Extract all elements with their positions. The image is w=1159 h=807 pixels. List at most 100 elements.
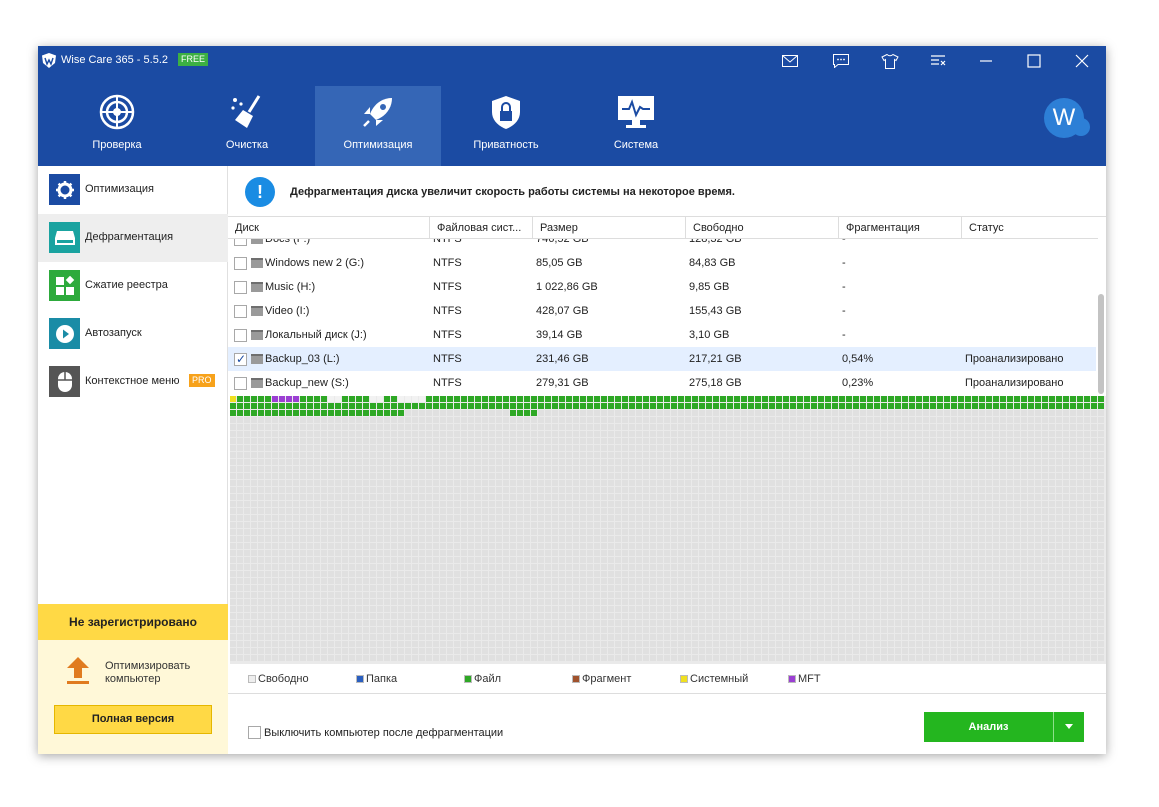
legend-swatch bbox=[680, 675, 688, 683]
drive-icon bbox=[251, 306, 263, 316]
tab-optimization[interactable]: Оптимизация bbox=[315, 86, 441, 166]
tab-cleanup[interactable]: Очистка bbox=[184, 86, 310, 166]
info-exclamation-icon: ! bbox=[245, 177, 275, 207]
radar-icon bbox=[54, 92, 180, 132]
row-checkbox[interactable] bbox=[234, 305, 247, 318]
minimize-icon[interactable] bbox=[976, 52, 996, 70]
table-row[interactable]: Backup_new (S:) NTFS 279,31 GB 275,18 GB 0,2… bbox=[228, 371, 1096, 395]
sidebar-item-context-menu[interactable]: Контекстное меню PRO bbox=[38, 358, 228, 406]
column-header-disk[interactable]: Диск bbox=[228, 217, 430, 239]
sidebar-item-label: Автозапуск bbox=[85, 327, 142, 339]
close-icon[interactable] bbox=[1072, 52, 1092, 70]
sidebar-item-autorun[interactable]: Автозапуск bbox=[38, 310, 228, 358]
cell-name: Docs (F:) bbox=[265, 239, 311, 245]
mouse-icon bbox=[49, 366, 80, 397]
optimize-text: Оптимизировать компьютер bbox=[105, 660, 191, 685]
legend-label: Свободно bbox=[258, 673, 309, 685]
chevron-down-icon bbox=[1065, 724, 1073, 729]
disk-drive-icon bbox=[49, 222, 80, 253]
analyze-button[interactable]: Анализ bbox=[924, 712, 1053, 742]
shutdown-after-defrag-checkbox[interactable] bbox=[248, 726, 261, 739]
row-checkbox[interactable] bbox=[234, 329, 247, 342]
cell-fs: NTFS bbox=[433, 281, 462, 293]
disk-cluster-map bbox=[230, 396, 1106, 664]
cell-size: 1 022,86 GB bbox=[536, 281, 598, 293]
table-row[interactable]: Music (H:) NTFS 1 022,86 GB 9,85 GB - bbox=[228, 275, 1096, 299]
cell-free: 84,83 GB bbox=[689, 257, 736, 269]
sidebar-item-defragmentation[interactable]: Дефрагментация bbox=[38, 214, 228, 262]
cell-size: 39,14 GB bbox=[536, 329, 583, 341]
sidebar-item-registry[interactable]: Сжатие реестра bbox=[38, 262, 228, 310]
table-header: Диск Файловая сист... Размер Свободно Фр… bbox=[228, 217, 1098, 239]
scrollbar-thumb[interactable] bbox=[1098, 294, 1104, 394]
legend-item: Системный bbox=[680, 673, 748, 685]
cell-size: 85,05 GB bbox=[536, 257, 583, 269]
cell-name: Локальный диск (J:) bbox=[265, 329, 367, 341]
sidebar-item-optimization[interactable]: Оптимизация bbox=[38, 166, 228, 214]
app-title: Wise Care 365 - 5.5.2 bbox=[61, 54, 168, 66]
cell-status: Проанализировано bbox=[965, 353, 1064, 365]
cell-free: 3,10 GB bbox=[689, 329, 730, 341]
legend-item: Фрагмент bbox=[572, 673, 631, 685]
menu-icon[interactable] bbox=[928, 52, 948, 70]
shutdown-label: Выключить компьютер после дефрагментации bbox=[264, 727, 504, 739]
registry-blocks-icon bbox=[49, 270, 80, 301]
play-icon bbox=[49, 318, 80, 349]
tab-check[interactable]: Проверка bbox=[54, 86, 180, 166]
cell-status: Проанализировано bbox=[965, 377, 1064, 389]
table-scrollbar[interactable] bbox=[1098, 239, 1104, 395]
full-version-button[interactable]: Полная версия bbox=[54, 705, 212, 734]
cell-free: 217,21 GB bbox=[689, 353, 742, 365]
column-header-status[interactable]: Статус bbox=[962, 217, 1098, 239]
tab-privacy[interactable]: Приватность bbox=[443, 86, 569, 166]
drive-icon bbox=[251, 239, 263, 244]
legend-swatch bbox=[248, 675, 256, 683]
row-checkbox[interactable] bbox=[234, 281, 247, 294]
cell-frag: 0,54% bbox=[842, 353, 874, 365]
avatar[interactable]: W bbox=[1044, 98, 1084, 138]
title-bar: Wise Care 365 - 5.5.2 FREE bbox=[38, 46, 1106, 76]
divider bbox=[228, 693, 1106, 694]
tab-system[interactable]: Система bbox=[573, 86, 699, 166]
row-checkbox[interactable] bbox=[234, 257, 247, 270]
row-checkbox[interactable] bbox=[234, 239, 247, 246]
legend-swatch bbox=[356, 675, 364, 683]
legend-label: Папка bbox=[366, 673, 398, 685]
row-checkbox[interactable] bbox=[234, 352, 247, 366]
cell-size: 428,07 GB bbox=[536, 305, 589, 317]
mail-icon[interactable] bbox=[780, 52, 800, 70]
tab-label: Приватность bbox=[473, 139, 539, 151]
column-header-fragmentation[interactable]: Фрагментация bbox=[839, 217, 962, 239]
cell-frag: - bbox=[842, 239, 846, 245]
analyze-dropdown-button[interactable] bbox=[1054, 712, 1084, 742]
legend-item: Свободно bbox=[248, 673, 309, 685]
column-header-free[interactable]: Свободно bbox=[686, 217, 839, 239]
cell-frag: 0,23% bbox=[842, 377, 874, 389]
info-text: Дефрагментация диска увеличит скорость р… bbox=[290, 186, 735, 198]
legend-label: Фрагмент bbox=[582, 673, 632, 685]
cell-free: 155,43 GB bbox=[689, 305, 742, 317]
cell-name: Windows new 2 (G:) bbox=[265, 257, 365, 269]
app-logo-icon bbox=[42, 53, 56, 68]
cell-free: 128,32 GB bbox=[689, 239, 742, 245]
table-row[interactable]: Локальный диск (J:) NTFS 39,14 GB 3,10 GB - bbox=[228, 323, 1096, 347]
feedback-icon[interactable] bbox=[831, 52, 851, 70]
analyze-button-group: Анализ bbox=[924, 712, 1084, 742]
skin-shirt-icon[interactable] bbox=[880, 52, 900, 70]
sidebar-item-label: Оптимизация bbox=[85, 183, 154, 195]
table-row[interactable]: Windows new 2 (G:) NTFS 85,05 GB 84,83 GB - bbox=[228, 251, 1096, 275]
table-row[interactable]: Docs (F:) NTFS 746,52 GB 128,32 GB - bbox=[228, 239, 1096, 251]
table-row[interactable]: Video (I:) NTFS 428,07 GB 155,43 GB - bbox=[228, 299, 1096, 323]
cell-fs: NTFS bbox=[433, 329, 462, 341]
maximize-icon[interactable] bbox=[1024, 52, 1044, 70]
main-panel: ! Дефрагментация диска увеличит скорость… bbox=[228, 166, 1106, 754]
registration-status: Не зарегистрировано bbox=[38, 604, 228, 640]
row-checkbox[interactable] bbox=[234, 377, 247, 390]
column-header-size[interactable]: Размер bbox=[533, 217, 686, 239]
table-row[interactable]: Backup_03 (L:) NTFS 231,46 GB 217,21 GB 0,54… bbox=[228, 347, 1096, 371]
broom-icon bbox=[184, 92, 310, 132]
tab-label: Очистка bbox=[225, 139, 269, 151]
column-header-filesystem[interactable]: Файловая сист... bbox=[430, 217, 533, 239]
cell-free: 275,18 GB bbox=[689, 377, 742, 389]
cell-size: 746,52 GB bbox=[536, 239, 589, 245]
